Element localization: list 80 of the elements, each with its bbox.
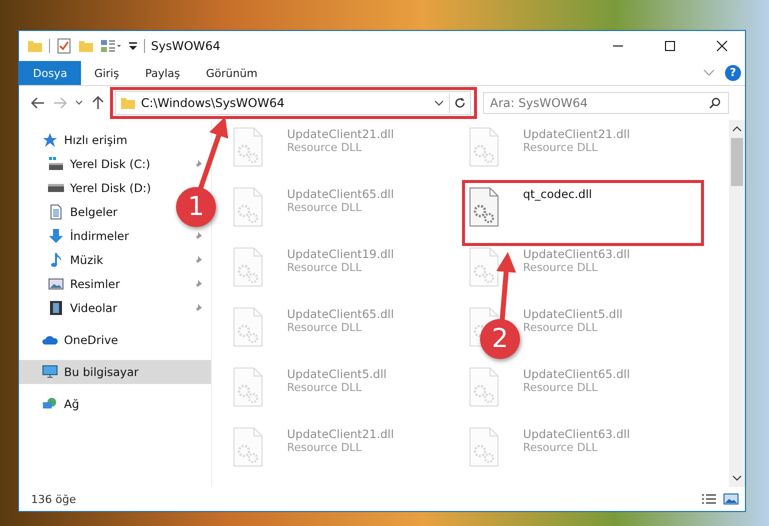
picture-icon (48, 276, 64, 292)
ribbon-tab[interactable]: Dosya (19, 61, 82, 85)
sidebar-label: Belgeler (70, 205, 118, 219)
sidebar-item[interactable]: Bu bilgisayar (19, 360, 211, 384)
sidebar-item[interactable]: Yerel Disk (C:) (19, 152, 169, 176)
refresh-icon (454, 97, 466, 109)
sidebar-label: Ağ (64, 397, 80, 411)
drive-icon (48, 184, 64, 192)
file-type: Resource DLL (523, 381, 599, 394)
sidebar-item[interactable]: İndirmeler (19, 224, 169, 248)
scrollbar-thumb[interactable] (731, 138, 743, 186)
folder-icon (120, 95, 136, 111)
sidebar-item[interactable]: Belgeler (19, 200, 169, 224)
file-type: Resource DLL (287, 141, 363, 154)
file-type: Resource DLL (523, 261, 599, 274)
ribbon-tab[interactable]: Giriş (81, 61, 132, 85)
sidebar-label: Müzik (70, 253, 104, 267)
file-type: Resource DLL (523, 321, 599, 334)
file-type: Resource DLL (287, 381, 363, 394)
file-type: Resource DLL (287, 321, 363, 334)
ribbon-tab[interactable]: Görünüm (193, 61, 270, 85)
back-arrow-icon[interactable] (31, 96, 45, 110)
up-arrow-icon[interactable] (91, 96, 105, 110)
monitor-icon (42, 364, 58, 380)
scrollbar[interactable] (729, 120, 745, 487)
gear-file-icon (469, 427, 499, 467)
gear-file-icon (469, 367, 499, 407)
file-type: Resource DLL (287, 201, 363, 214)
large-icons-view-icon[interactable] (723, 493, 739, 505)
film-icon (48, 300, 64, 316)
expand-ribbon-icon[interactable] (703, 69, 715, 77)
sidebar-label: Yerel Disk (C:) (70, 157, 150, 171)
view-options-icon[interactable] (100, 38, 122, 54)
customize-toolbar-icon[interactable] (128, 41, 138, 51)
sidebar-item[interactable]: Ağ (19, 392, 211, 416)
sidebar-item[interactable]: OneDrive (19, 328, 211, 352)
file-type: Resource DLL (287, 261, 363, 274)
drive-icon (48, 156, 64, 172)
sidebar-item[interactable]: Videolar (19, 296, 169, 320)
gear-file-icon (469, 247, 499, 287)
properties-icon[interactable] (56, 38, 72, 54)
search-field[interactable]: Ara: SysWOW64 (483, 92, 729, 114)
gear-file-icon (233, 247, 263, 287)
file-type: Resource DLL (287, 441, 363, 454)
window-title: SysWOW64 (151, 39, 220, 53)
sidebar-label: Yerel Disk (D:) (70, 181, 152, 195)
ribbon-tab[interactable]: Paylaş (132, 61, 193, 85)
document-icon (48, 204, 64, 220)
item-count: 136 öğe (31, 492, 76, 506)
sidebar-label: Hızlı erişim (64, 133, 128, 147)
star-icon (42, 132, 58, 148)
music-note-icon (48, 252, 64, 268)
gear-file-icon (233, 307, 263, 347)
sidebar-label: OneDrive (64, 333, 118, 347)
gear-file-icon (469, 187, 499, 227)
recent-dropdown-icon[interactable] (75, 100, 83, 106)
scroll-up-icon[interactable] (732, 126, 742, 132)
sidebar-label: Resimler (70, 277, 120, 291)
address-field[interactable]: C:\Windows\SysWOW64 (115, 91, 471, 115)
gear-file-icon (233, 427, 263, 467)
address-path: C:\Windows\SysWOW64 (141, 96, 286, 110)
gear-file-icon (233, 367, 263, 407)
sidebar-item[interactable]: Müzik (19, 248, 169, 272)
sidebar-item[interactable]: Yerel Disk (D:) (19, 176, 169, 200)
sidebar-item[interactable]: Resimler (19, 272, 169, 296)
scroll-down-icon[interactable] (732, 475, 742, 481)
sidebar-item[interactable]: Hızlı erişim (19, 128, 211, 152)
gear-file-icon (469, 127, 499, 167)
sidebar-label: Bu bilgisayar (64, 365, 139, 379)
details-view-icon[interactable] (701, 493, 717, 505)
file-name[interactable]: qt_codec.dll (523, 187, 592, 201)
download-arrow-icon (48, 228, 64, 244)
file-type: Resource DLL (523, 441, 599, 454)
file-type: Resource DLL (523, 141, 599, 154)
gear-file-icon (233, 187, 263, 227)
help-button[interactable]: ? (725, 65, 741, 81)
sidebar-label: İndirmeler (70, 229, 129, 243)
caret-icon[interactable] (434, 100, 444, 106)
gear-file-icon (233, 127, 263, 167)
sidebar-label: Videolar (70, 301, 118, 315)
